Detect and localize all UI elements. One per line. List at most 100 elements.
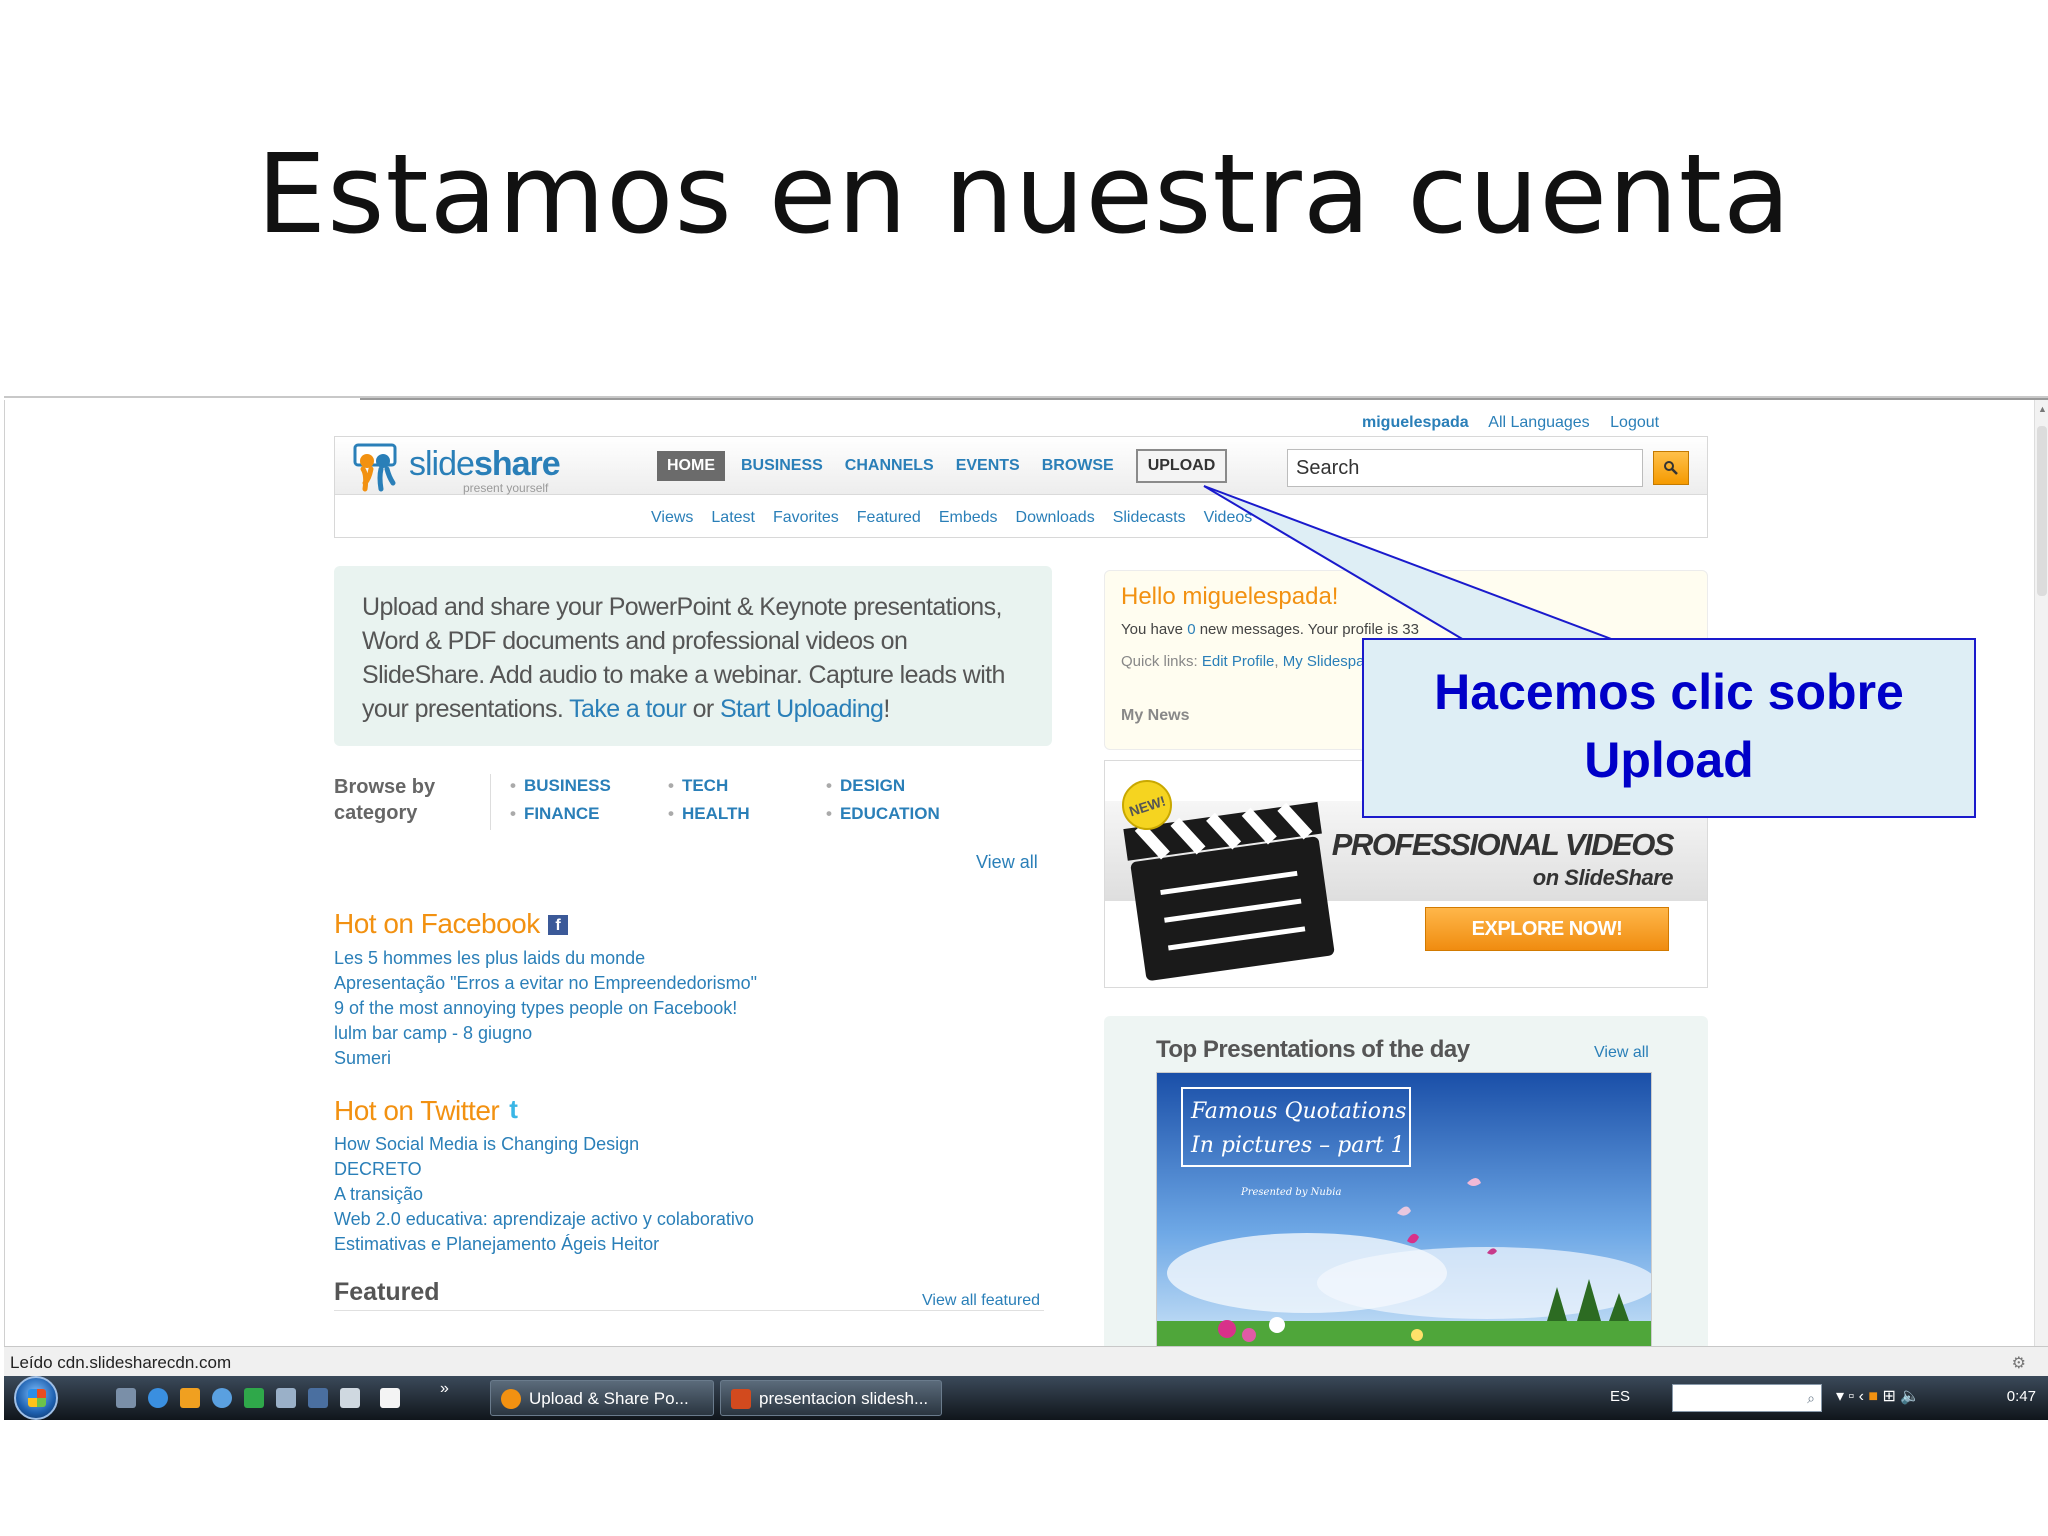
top-presentations-title: Top Presentations of the day [1156, 1036, 1470, 1063]
subnav-item-latest[interactable]: Latest [711, 509, 755, 527]
username-link[interactable]: miguelespada [1362, 414, 1469, 431]
featured-title: Featured [334, 1278, 440, 1306]
subnav-item-downloads[interactable]: Downloads [1016, 509, 1095, 527]
cube-icon[interactable] [276, 1388, 296, 1408]
show-desktop-icon[interactable] [116, 1388, 136, 1408]
list-item[interactable]: lulm bar camp - 8 giugno [334, 1021, 757, 1046]
taskbar-item-upload[interactable]: Upload & Share Po... [490, 1380, 714, 1416]
list-item[interactable]: A transição [334, 1182, 754, 1207]
category-health[interactable]: HEALTH [668, 804, 750, 824]
callout-line1: Hacemos clic sobre [1434, 664, 1904, 720]
taskbar-search-input[interactable]: ⌕ [1672, 1384, 1822, 1412]
list-item[interactable]: How Social Media is Changing Design [334, 1132, 754, 1157]
list-item[interactable]: Apresentação "Erros a evitar no Empreend… [334, 971, 757, 996]
hot-twitter-list: How Social Media is Changing Design DECR… [334, 1132, 754, 1257]
status-bar: Leído cdn.slidesharecdn.com ⚙ [4, 1346, 2048, 1376]
tray-app-icon[interactable]: ■ [1868, 1388, 1878, 1405]
thumbnail-caption: Famous Quotations In pictures – part 1 [1181, 1087, 1411, 1167]
subnav-item-slidecasts[interactable]: Slidecasts [1113, 509, 1186, 527]
nav-channels[interactable]: CHANNELS [839, 451, 940, 481]
browser-screenshot: ▲ miguelespada All Languages Logout slid… [4, 396, 2048, 1422]
eject-icon[interactable] [340, 1388, 360, 1408]
subnav-item-featured[interactable]: Featured [857, 509, 921, 527]
divider [360, 398, 2048, 400]
edit-profile-link[interactable]: Edit Profile [1202, 653, 1275, 670]
clapperboard-icon: NEW! [1122, 780, 1335, 981]
document-icon[interactable] [380, 1388, 400, 1408]
top-presentations-view-all-link[interactable]: View all [1594, 1044, 1649, 1062]
category-tech[interactable]: TECH [668, 776, 728, 796]
sub-nav: Views Latest Favorites Featured Embeds D… [651, 509, 1252, 527]
logo-tagline: present yourself [463, 481, 549, 495]
presentation-thumbnail[interactable]: Famous Quotations In pictures – part 1 P… [1156, 1072, 1652, 1362]
volume-icon[interactable]: 🔈 [1900, 1388, 1920, 1405]
media-player-icon[interactable] [180, 1388, 200, 1408]
list-item[interactable]: DECRETO [334, 1157, 754, 1182]
start-button[interactable] [14, 1376, 58, 1420]
list-item[interactable]: Les 5 hommes les plus laids du monde [334, 946, 757, 971]
scrollbar-thumb[interactable] [2037, 426, 2047, 596]
network-icon[interactable]: ⊞ [1883, 1388, 1896, 1405]
browser-icon[interactable] [212, 1388, 232, 1408]
nav-home[interactable]: HOME [657, 451, 725, 481]
start-uploading-link[interactable]: Start Uploading [720, 695, 884, 723]
list-item[interactable]: 9 of the most annoying types people on F… [334, 996, 757, 1021]
category-business[interactable]: BUSINESS [510, 776, 611, 796]
subnav-item-views[interactable]: Views [651, 509, 693, 527]
monitor-icon[interactable] [308, 1388, 328, 1408]
list-item[interactable]: Web 2.0 educativa: aprendizaje activo y … [334, 1207, 754, 1232]
thumbnail-credit: Presented by Nubia [1241, 1187, 1342, 1198]
callout-pointer [1203, 485, 1615, 641]
upload-button[interactable]: UPLOAD [1135, 449, 1228, 483]
language-indicator[interactable]: ES [1610, 1388, 1630, 1405]
search-icon [1664, 461, 1678, 475]
taskbar-item-presentacion[interactable]: presentacion slidesh... [720, 1380, 942, 1416]
scroll-up-icon[interactable]: ▲ [2038, 404, 2047, 414]
top-presentations: Top Presentations of the day View all Fa… [1104, 1016, 1708, 1362]
callout-box: Hacemos clic sobre Upload [1362, 638, 1976, 818]
list-item[interactable]: Estimativas e Planejamento Ágeis Heitor [334, 1232, 754, 1257]
subnav-item-favorites[interactable]: Favorites [773, 509, 839, 527]
slide-title: Estamos en nuestra cuenta [256, 130, 1792, 258]
network-icon: ⚙ [2011, 1355, 2026, 1372]
ie-icon[interactable] [148, 1388, 168, 1408]
my-news-label[interactable]: My News [1121, 707, 1189, 725]
nav-business[interactable]: BUSINESS [735, 451, 829, 481]
take-tour-link[interactable]: Take a tour [569, 695, 687, 723]
twitter-icon: t [509, 1094, 518, 1124]
app-icon[interactable] [244, 1388, 264, 1408]
intro-text: Upload and share your PowerPoint & Keyno… [362, 593, 1005, 723]
nav-events[interactable]: EVENTS [950, 451, 1026, 481]
my-slidespace-link[interactable]: My Slidespa [1283, 653, 1365, 670]
intro-box: Upload and share your PowerPoint & Keyno… [334, 566, 1052, 746]
category-design[interactable]: DESIGN [826, 776, 905, 796]
category-finance[interactable]: FINANCE [510, 804, 600, 824]
tray-icons[interactable]: ▾ ▫ ‹ ■ ⊞ 🔈 [1836, 1386, 1920, 1406]
chevron-right-icon[interactable]: » [440, 1380, 449, 1398]
search-icon: ⌕ [1807, 1390, 1815, 1406]
slideshare-logo[interactable]: slideshare present yourself [351, 441, 591, 495]
divider [4, 400, 5, 1346]
logo-wordmark: slideshare [409, 445, 561, 483]
subnav-item-videos[interactable]: Videos [1204, 509, 1253, 527]
hot-facebook-list: Les 5 hommes les plus laids du monde Apr… [334, 946, 757, 1071]
search-input[interactable]: Search [1287, 449, 1643, 487]
view-all-featured-link[interactable]: View all featured [922, 1292, 1040, 1310]
logout-link[interactable]: Logout [1610, 414, 1659, 431]
nav-browse[interactable]: BROWSE [1036, 451, 1120, 481]
hot-facebook-title: Hot on Facebook f [334, 908, 568, 940]
category-education[interactable]: EDUCATION [826, 804, 940, 824]
explore-now-button[interactable]: EXPLORE NOW! [1425, 907, 1669, 951]
hot-twitter-title: Hot on Twitter t [334, 1094, 518, 1126]
scrollbar[interactable]: ▲ [2034, 400, 2048, 1346]
divider [490, 774, 491, 830]
languages-link[interactable]: All Languages [1488, 414, 1589, 431]
list-item[interactable]: Sumeri [334, 1046, 757, 1071]
clock[interactable]: 0:47 [2007, 1388, 2036, 1405]
subnav-item-embeds[interactable]: Embeds [939, 509, 998, 527]
main-nav: HOME BUSINESS CHANNELS EVENTS BROWSE UPL… [657, 449, 1228, 483]
categories-view-all-link[interactable]: View all [976, 852, 1038, 873]
search-button[interactable] [1653, 451, 1689, 485]
slideshare-logo-icon [353, 443, 397, 492]
user-bar: miguelespada All Languages Logout [1362, 414, 1675, 432]
